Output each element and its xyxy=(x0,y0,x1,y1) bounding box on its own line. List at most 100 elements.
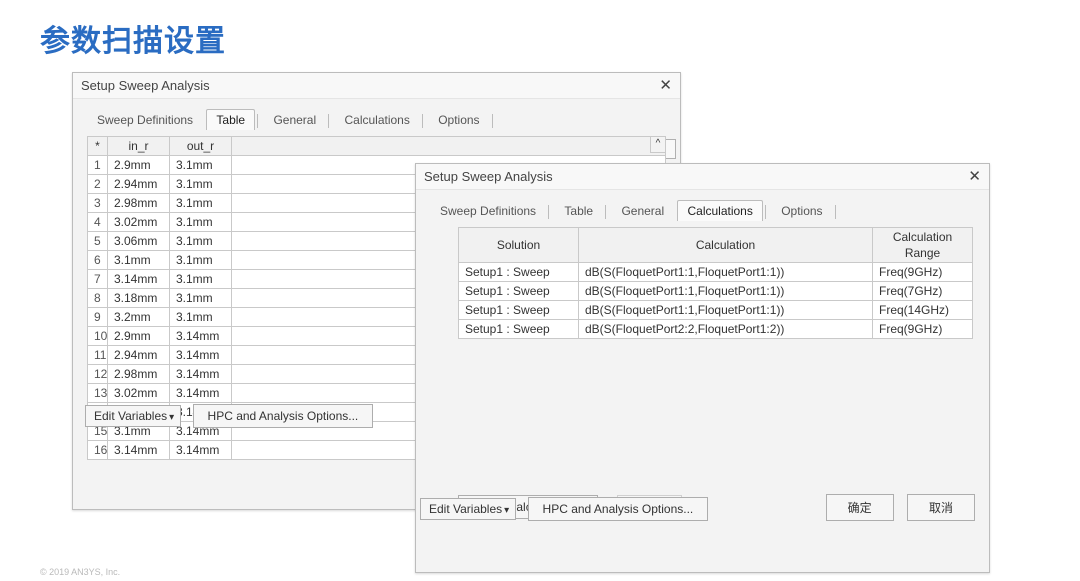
cell-out-r[interactable]: 3.1mm xyxy=(170,251,232,270)
cell-solution[interactable]: Setup1 : Sweep xyxy=(459,282,579,301)
cell-out-r[interactable]: 3.1mm xyxy=(170,213,232,232)
cell-in-r[interactable]: 2.9mm xyxy=(108,156,170,175)
tab-options[interactable]: Options xyxy=(428,109,489,130)
close-icon[interactable]: ✕ xyxy=(968,164,981,190)
cell-in-r[interactable]: 3.18mm xyxy=(108,289,170,308)
cell-in-r[interactable]: 2.98mm xyxy=(108,194,170,213)
sweep-dialog-calculations: Setup Sweep Analysis ✕ Sweep Definitions… xyxy=(415,163,990,573)
col-calculation[interactable]: Calculation xyxy=(579,228,873,263)
chevron-down-icon: ▾ xyxy=(504,505,509,516)
col-in-r[interactable]: in_r xyxy=(108,137,170,156)
page-title: 参数扫描设置 xyxy=(40,16,226,60)
row-number: 1 xyxy=(88,156,108,175)
cell-in-r[interactable]: 3.06mm xyxy=(108,232,170,251)
tab-sweep-definitions[interactable]: Sweep Definitions xyxy=(87,109,203,130)
titlebar: Setup Sweep Analysis ✕ xyxy=(416,164,989,190)
table-row: * in_r out_r xyxy=(88,137,666,156)
table-row[interactable]: Setup1 : SweepdB(S(FloquetPort1:1,Floque… xyxy=(459,282,973,301)
tab-general[interactable]: General xyxy=(263,109,326,130)
row-number: 4 xyxy=(88,213,108,232)
footer-copyright: © 2019 AN3YS, Inc. xyxy=(40,567,120,577)
table-row[interactable]: Setup1 : SweepdB(S(FloquetPort1:1,Floque… xyxy=(459,301,973,320)
cell-in-r[interactable]: 3.14mm xyxy=(108,270,170,289)
calculations-table: Solution Calculation Calculation Range S… xyxy=(458,227,973,339)
table-row[interactable]: Setup1 : SweepdB(S(FloquetPort2:2,Floque… xyxy=(459,320,973,339)
row-number: 16 xyxy=(88,441,108,460)
cell-out-r[interactable]: 3.1mm xyxy=(170,289,232,308)
tab-table[interactable]: Table xyxy=(554,200,603,221)
cell-out-r[interactable]: 3.1mm xyxy=(170,175,232,194)
cell-calculation[interactable]: dB(S(FloquetPort1:1,FloquetPort1:1)) xyxy=(579,282,873,301)
cell-in-r[interactable]: 3.14mm xyxy=(108,441,170,460)
chevron-down-icon: ▾ xyxy=(169,412,174,423)
cell-in-r[interactable]: 2.98mm xyxy=(108,365,170,384)
cell-in-r[interactable]: 2.94mm xyxy=(108,175,170,194)
cell-out-r[interactable]: 3.1mm xyxy=(170,194,232,213)
cell-solution[interactable]: Setup1 : Sweep xyxy=(459,301,579,320)
window-title: Setup Sweep Analysis xyxy=(81,78,210,93)
col-out-r[interactable]: out_r xyxy=(170,137,232,156)
col-solution[interactable]: Solution xyxy=(459,228,579,263)
tab-options[interactable]: Options xyxy=(771,200,832,221)
tab-general[interactable]: General xyxy=(611,200,674,221)
edit-variables-button[interactable]: Edit Variables▾ xyxy=(420,498,516,520)
row-number: 13 xyxy=(88,384,108,403)
cell-calculation[interactable]: dB(S(FloquetPort1:1,FloquetPort1:1)) xyxy=(579,301,873,320)
row-number: 2 xyxy=(88,175,108,194)
close-icon[interactable]: ✕ xyxy=(659,73,672,99)
col-blank xyxy=(232,137,666,156)
cell-range[interactable]: Freq(9GHz) xyxy=(873,320,973,339)
tabstrip-dlg2: Sweep Definitions Table General Calculat… xyxy=(430,200,975,221)
tab-table[interactable]: Table xyxy=(206,109,255,130)
table-row: Solution Calculation Calculation Range xyxy=(459,228,973,263)
tabstrip-dlg1: Sweep Definitions Table General Calculat… xyxy=(87,109,666,130)
row-number: 10 xyxy=(88,327,108,346)
titlebar: Setup Sweep Analysis ✕ xyxy=(73,73,680,99)
edit-variables-label: Edit Variables xyxy=(429,502,502,516)
table-row[interactable]: Setup1 : SweepdB(S(FloquetPort1:1,Floque… xyxy=(459,263,973,282)
cell-out-r[interactable]: 3.14mm xyxy=(170,384,232,403)
cell-in-r[interactable]: 3.02mm xyxy=(108,213,170,232)
row-number: 9 xyxy=(88,308,108,327)
cell-out-r[interactable]: 3.1mm xyxy=(170,232,232,251)
cell-out-r[interactable]: 3.14mm xyxy=(170,346,232,365)
cell-range[interactable]: Freq(7GHz) xyxy=(873,282,973,301)
edit-variables-button[interactable]: Edit Variables▾ xyxy=(85,405,181,427)
cell-calculation[interactable]: dB(S(FloquetPort1:1,FloquetPort1:1)) xyxy=(579,263,873,282)
row-number: 3 xyxy=(88,194,108,213)
col-star[interactable]: * xyxy=(88,137,108,156)
cell-out-r[interactable]: 3.14mm xyxy=(170,365,232,384)
cell-in-r[interactable]: 2.94mm xyxy=(108,346,170,365)
cell-in-r[interactable]: 3.2mm xyxy=(108,308,170,327)
tab-calculations[interactable]: Calculations xyxy=(334,109,419,130)
cell-solution[interactable]: Setup1 : Sweep xyxy=(459,320,579,339)
cell-out-r[interactable]: 3.1mm xyxy=(170,156,232,175)
hpc-options-button[interactable]: HPC and Analysis Options... xyxy=(528,497,709,521)
row-number: 8 xyxy=(88,289,108,308)
cell-solution[interactable]: Setup1 : Sweep xyxy=(459,263,579,282)
cell-out-r[interactable]: 3.1mm xyxy=(170,308,232,327)
cell-in-r[interactable]: 2.9mm xyxy=(108,327,170,346)
col-range[interactable]: Calculation Range xyxy=(873,228,973,263)
cell-out-r[interactable]: 3.14mm xyxy=(170,327,232,346)
cell-in-r[interactable]: 3.02mm xyxy=(108,384,170,403)
row-number: 11 xyxy=(88,346,108,365)
cancel-button[interactable]: 取消 xyxy=(907,494,975,521)
cell-range[interactable]: Freq(9GHz) xyxy=(873,263,973,282)
cell-range[interactable]: Freq(14GHz) xyxy=(873,301,973,320)
scroll-up-icon[interactable]: ^ xyxy=(650,136,666,153)
row-number: 6 xyxy=(88,251,108,270)
tab-sweep-definitions[interactable]: Sweep Definitions xyxy=(430,200,546,221)
cell-in-r[interactable]: 3.1mm xyxy=(108,251,170,270)
row-number: 5 xyxy=(88,232,108,251)
edit-variables-label: Edit Variables xyxy=(94,409,167,423)
window-title: Setup Sweep Analysis xyxy=(424,169,553,184)
cell-out-r[interactable]: 3.14mm xyxy=(170,441,232,460)
tab-calculations[interactable]: Calculations xyxy=(677,200,762,221)
cell-calculation[interactable]: dB(S(FloquetPort2:2,FloquetPort1:2)) xyxy=(579,320,873,339)
cell-out-r[interactable]: 3.1mm xyxy=(170,270,232,289)
row-number: 12 xyxy=(88,365,108,384)
hpc-options-button[interactable]: HPC and Analysis Options... xyxy=(193,404,374,428)
ok-button[interactable]: 确定 xyxy=(826,494,894,521)
row-number: 7 xyxy=(88,270,108,289)
